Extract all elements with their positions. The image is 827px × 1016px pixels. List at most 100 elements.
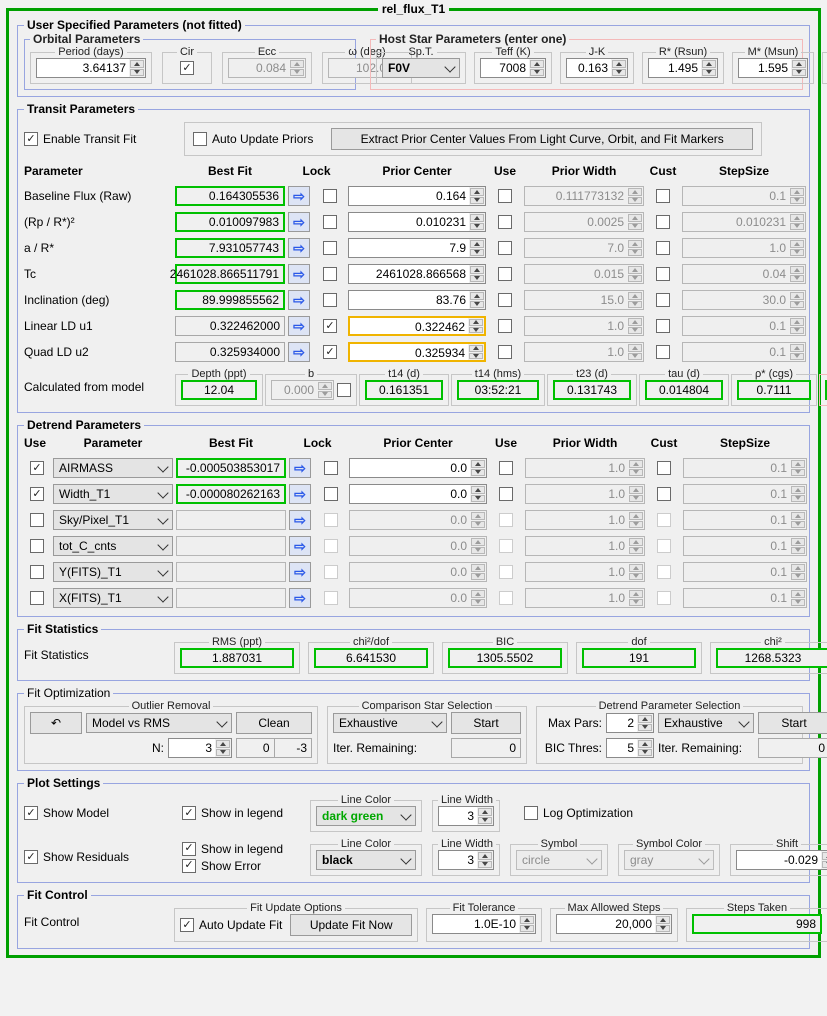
lock-checkbox[interactable] bbox=[323, 293, 337, 307]
transfer-arrow-button[interactable]: ⇨ bbox=[289, 458, 311, 478]
spinner-buttons[interactable] bbox=[627, 343, 643, 361]
spinner-buttons[interactable] bbox=[529, 59, 545, 77]
use-detrend-checkbox[interactable] bbox=[30, 487, 44, 501]
comp-star-start-button[interactable]: Start bbox=[451, 712, 521, 734]
max-allowed-steps-spinner[interactable]: 20,000 bbox=[556, 914, 672, 934]
spinner-buttons[interactable] bbox=[477, 807, 493, 825]
spinner-buttons[interactable] bbox=[637, 739, 653, 757]
spinner-buttons[interactable] bbox=[821, 851, 827, 869]
spinner-buttons[interactable] bbox=[470, 563, 486, 581]
prior-width-spinner[interactable]: 1.0 bbox=[525, 510, 645, 530]
lock-checkbox[interactable] bbox=[323, 345, 337, 359]
spinner-buttons[interactable] bbox=[789, 213, 805, 231]
lock-checkbox[interactable] bbox=[324, 565, 338, 579]
spinner-buttons[interactable] bbox=[790, 589, 806, 607]
spinner-buttons[interactable] bbox=[628, 459, 644, 477]
step-size-spinner[interactable]: 0.010231 bbox=[682, 212, 806, 232]
use-detrend-checkbox[interactable] bbox=[30, 591, 44, 605]
step-size-spinner[interactable]: 0.1 bbox=[683, 484, 807, 504]
spinner-buttons[interactable] bbox=[469, 265, 485, 283]
cust-checkbox[interactable] bbox=[656, 267, 670, 281]
step-size-spinner[interactable]: 0.1 bbox=[683, 588, 807, 608]
lock-checkbox[interactable] bbox=[323, 241, 337, 255]
use-prior-checkbox[interactable] bbox=[498, 241, 512, 255]
spinner-buttons[interactable] bbox=[469, 291, 485, 309]
b-lock-checkbox[interactable] bbox=[337, 383, 351, 397]
spinner-buttons[interactable] bbox=[628, 511, 644, 529]
show-residuals-checkbox[interactable] bbox=[24, 850, 38, 864]
cust-checkbox[interactable] bbox=[656, 241, 670, 255]
transfer-arrow-button[interactable]: ⇨ bbox=[288, 290, 310, 310]
spinner-buttons[interactable] bbox=[789, 265, 805, 283]
n-spinner[interactable]: 3 bbox=[168, 738, 232, 758]
spinner-buttons[interactable] bbox=[469, 239, 485, 257]
spinner-buttons[interactable] bbox=[470, 589, 486, 607]
fit-tolerance-spinner[interactable]: 1.0E-10 bbox=[432, 914, 536, 934]
use-prior-checkbox[interactable] bbox=[498, 345, 512, 359]
spinner-buttons[interactable] bbox=[469, 213, 485, 231]
cust-checkbox[interactable] bbox=[657, 513, 671, 527]
lock-checkbox[interactable] bbox=[323, 189, 337, 203]
use-detrend-checkbox[interactable] bbox=[30, 513, 44, 527]
step-size-spinner[interactable]: 0.1 bbox=[683, 536, 807, 556]
use-detrend-checkbox[interactable] bbox=[30, 539, 44, 553]
spinner-buttons[interactable] bbox=[627, 265, 643, 283]
prior-center-spinner[interactable]: 0.0 bbox=[349, 484, 487, 504]
transfer-arrow-button[interactable]: ⇨ bbox=[289, 588, 311, 608]
transfer-arrow-button[interactable]: ⇨ bbox=[288, 238, 310, 258]
transfer-arrow-button[interactable]: ⇨ bbox=[288, 264, 310, 284]
prior-center-spinner[interactable]: 7.9 bbox=[348, 238, 486, 258]
prior-center-spinner[interactable]: 2461028.866568 bbox=[348, 264, 486, 284]
transfer-arrow-button[interactable]: ⇨ bbox=[288, 342, 310, 362]
prior-width-spinner[interactable]: 0.0025 bbox=[524, 212, 644, 232]
step-size-spinner[interactable]: 0.1 bbox=[682, 186, 806, 206]
spinner-buttons[interactable] bbox=[627, 291, 643, 309]
step-size-spinner[interactable]: 0.1 bbox=[683, 458, 807, 478]
spinner-buttons[interactable] bbox=[468, 344, 484, 360]
step-size-spinner[interactable]: 30.0 bbox=[682, 290, 806, 310]
spinner-buttons[interactable] bbox=[791, 59, 807, 77]
comp-star-mode-dropdown[interactable]: Exhaustive bbox=[333, 713, 447, 733]
spinner-buttons[interactable] bbox=[470, 459, 486, 477]
spinner-buttons[interactable] bbox=[470, 485, 486, 503]
detrend-param-dropdown[interactable]: Y(FITS)_T1 bbox=[53, 562, 173, 582]
cust-checkbox[interactable] bbox=[657, 539, 671, 553]
spinner-buttons[interactable] bbox=[627, 239, 643, 257]
residuals-line-width-spinner[interactable]: 3 bbox=[438, 850, 494, 870]
spinner-buttons[interactable] bbox=[628, 485, 644, 503]
extract-priors-button[interactable]: Extract Prior Center Values From Light C… bbox=[331, 128, 753, 150]
use-prior-checkbox[interactable] bbox=[499, 487, 513, 501]
ecc-spinner[interactable]: 0.084 bbox=[228, 58, 306, 78]
cust-checkbox[interactable] bbox=[656, 319, 670, 333]
symbol-dropdown[interactable]: circle bbox=[516, 850, 602, 870]
cir-checkbox[interactable] bbox=[180, 61, 194, 75]
prior-center-spinner[interactable]: 83.76 bbox=[348, 290, 486, 310]
transfer-arrow-button[interactable]: ⇨ bbox=[288, 186, 310, 206]
auto-update-priors-checkbox[interactable] bbox=[193, 132, 207, 146]
detrend-sel-start-button[interactable]: Start bbox=[758, 712, 827, 734]
spinner-buttons[interactable] bbox=[289, 59, 305, 77]
outlier-mode-dropdown[interactable]: Model vs RMS bbox=[86, 713, 232, 733]
prior-center-spinner[interactable]: 0.0 bbox=[349, 510, 487, 530]
step-size-spinner[interactable]: 1.0 bbox=[682, 238, 806, 258]
use-prior-checkbox[interactable] bbox=[499, 565, 513, 579]
transfer-arrow-button[interactable]: ⇨ bbox=[289, 510, 311, 530]
cust-checkbox[interactable] bbox=[657, 591, 671, 605]
period-spinner[interactable]: 3.64137 bbox=[36, 58, 146, 78]
detrend-param-dropdown[interactable]: AIRMASS bbox=[53, 458, 173, 478]
update-fit-now-button[interactable]: Update Fit Now bbox=[290, 914, 412, 936]
cust-checkbox[interactable] bbox=[657, 565, 671, 579]
transfer-arrow-button[interactable]: ⇨ bbox=[288, 212, 310, 232]
r-star-spinner[interactable]: 1.495 bbox=[648, 58, 718, 78]
spinner-buttons[interactable] bbox=[215, 739, 231, 757]
step-size-spinner[interactable]: 0.1 bbox=[683, 562, 807, 582]
shift-spinner[interactable]: -0.029 bbox=[736, 850, 827, 870]
prior-center-spinner[interactable]: 0.322462 bbox=[348, 316, 486, 336]
model-line-width-spinner[interactable]: 3 bbox=[438, 806, 494, 826]
spinner-buttons[interactable] bbox=[611, 59, 627, 77]
spinner-buttons[interactable] bbox=[628, 537, 644, 555]
use-prior-checkbox[interactable] bbox=[499, 591, 513, 605]
step-size-spinner[interactable]: 0.1 bbox=[683, 510, 807, 530]
spinner-buttons[interactable] bbox=[519, 915, 535, 933]
sp-t-dropdown[interactable]: F0V bbox=[382, 58, 460, 78]
